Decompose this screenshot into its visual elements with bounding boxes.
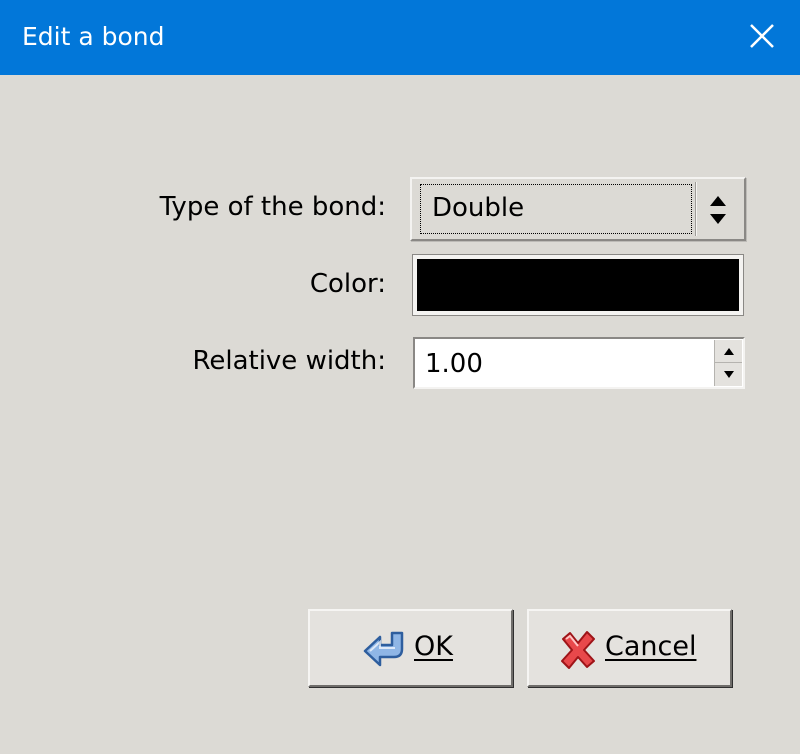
spin-up-button[interactable]	[715, 340, 742, 363]
combo-separator	[695, 182, 697, 236]
color-label: Color:	[309, 269, 386, 299]
back-arrow-icon	[363, 631, 404, 667]
title-bar: Edit a bond	[0, 0, 800, 75]
cancel-label: Cancel	[605, 631, 697, 662]
cancel-button[interactable]: Cancel	[527, 609, 732, 687]
color-swatch-fill	[417, 259, 739, 311]
window-title: Edit a bond	[22, 22, 165, 51]
ok-label: OK	[414, 631, 453, 662]
up-down-arrows-icon	[710, 196, 726, 224]
arrow-up-icon	[724, 348, 734, 355]
red-x-icon	[561, 631, 595, 669]
spin-down-button[interactable]	[715, 363, 742, 386]
relative-width-spinbox[interactable]: 1.00	[413, 337, 745, 389]
bond-type-value: Double	[432, 193, 525, 223]
color-button[interactable]	[412, 254, 744, 316]
relative-width-value: 1.00	[425, 349, 483, 379]
bond-type-combobox[interactable]: Double	[410, 177, 746, 241]
close-button[interactable]	[742, 16, 782, 56]
bond-type-label: Type of the bond:	[159, 192, 386, 222]
spin-buttons	[714, 340, 742, 386]
close-icon	[750, 24, 774, 48]
arrow-down-icon	[724, 371, 734, 378]
relative-width-label: Relative width:	[192, 346, 386, 376]
ok-button[interactable]: OK	[308, 609, 513, 687]
